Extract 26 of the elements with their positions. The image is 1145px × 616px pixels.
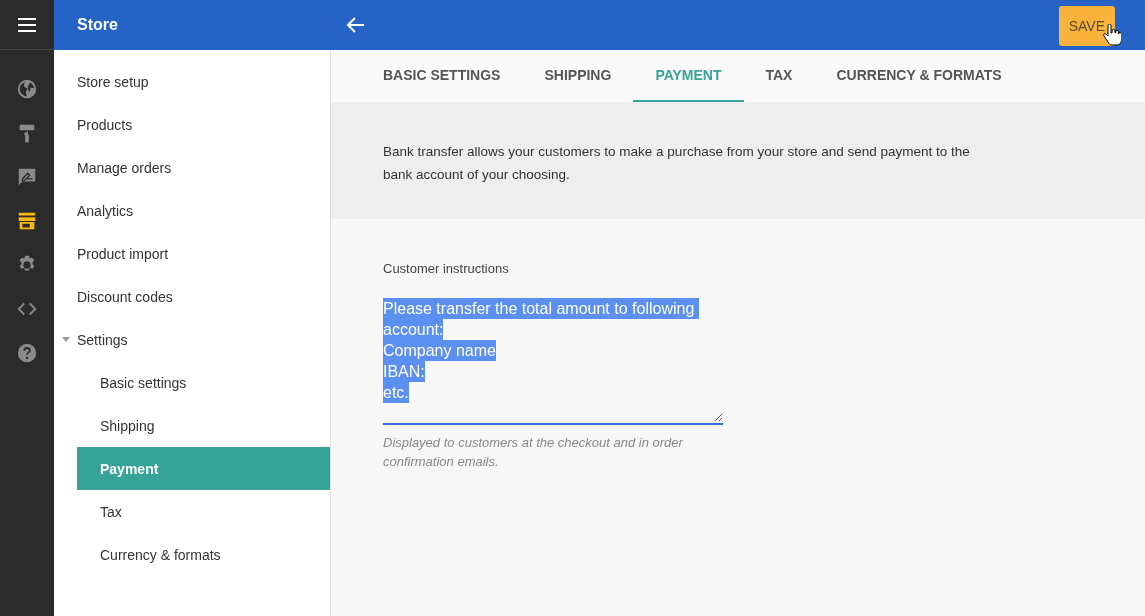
tab[interactable]: SHIPPING — [522, 50, 634, 102]
sidebar-item[interactable]: Product import — [54, 232, 330, 275]
sidebar-item[interactable]: Basic settings — [54, 361, 330, 404]
resize-handle-icon[interactable] — [714, 413, 723, 422]
tab[interactable]: TAX — [743, 50, 815, 102]
tab[interactable]: BASIC SETTINGS — [361, 50, 523, 102]
store-icon[interactable] — [16, 210, 38, 232]
hand-cursor-icon — [1103, 24, 1121, 46]
helper-text: Displayed to customers at the checkout and in order confirmation emails. — [383, 434, 685, 471]
tab[interactable]: CURRENCY & FORMATS — [814, 50, 1024, 102]
description-text: Bank transfer allows your customers to make a purchase from your store and send payment to the bank account of your choosing. — [383, 143, 971, 184]
sidebar-item[interactable]: Settings — [54, 318, 330, 361]
back-arrow-icon[interactable] — [347, 17, 365, 33]
field-label: Customer instructions — [383, 261, 510, 276]
globe-icon[interactable] — [16, 78, 38, 100]
sidebar-item[interactable]: Currency & formats — [54, 533, 330, 576]
sidebar-item[interactable]: Discount codes — [54, 275, 330, 318]
sidebar-item[interactable]: Shipping — [54, 404, 330, 447]
sidebar-item[interactable]: Analytics — [54, 189, 330, 232]
menu-icon[interactable] — [18, 17, 36, 32]
help-icon[interactable] — [16, 342, 38, 364]
sidebar-item[interactable]: Store setup — [54, 60, 330, 103]
sidebar-item[interactable]: Tax — [54, 490, 330, 533]
sidebar-item[interactable]: Manage orders — [54, 146, 330, 189]
sidebar-item[interactable]: Products — [54, 103, 330, 146]
app-title: Store — [76, 16, 118, 34]
